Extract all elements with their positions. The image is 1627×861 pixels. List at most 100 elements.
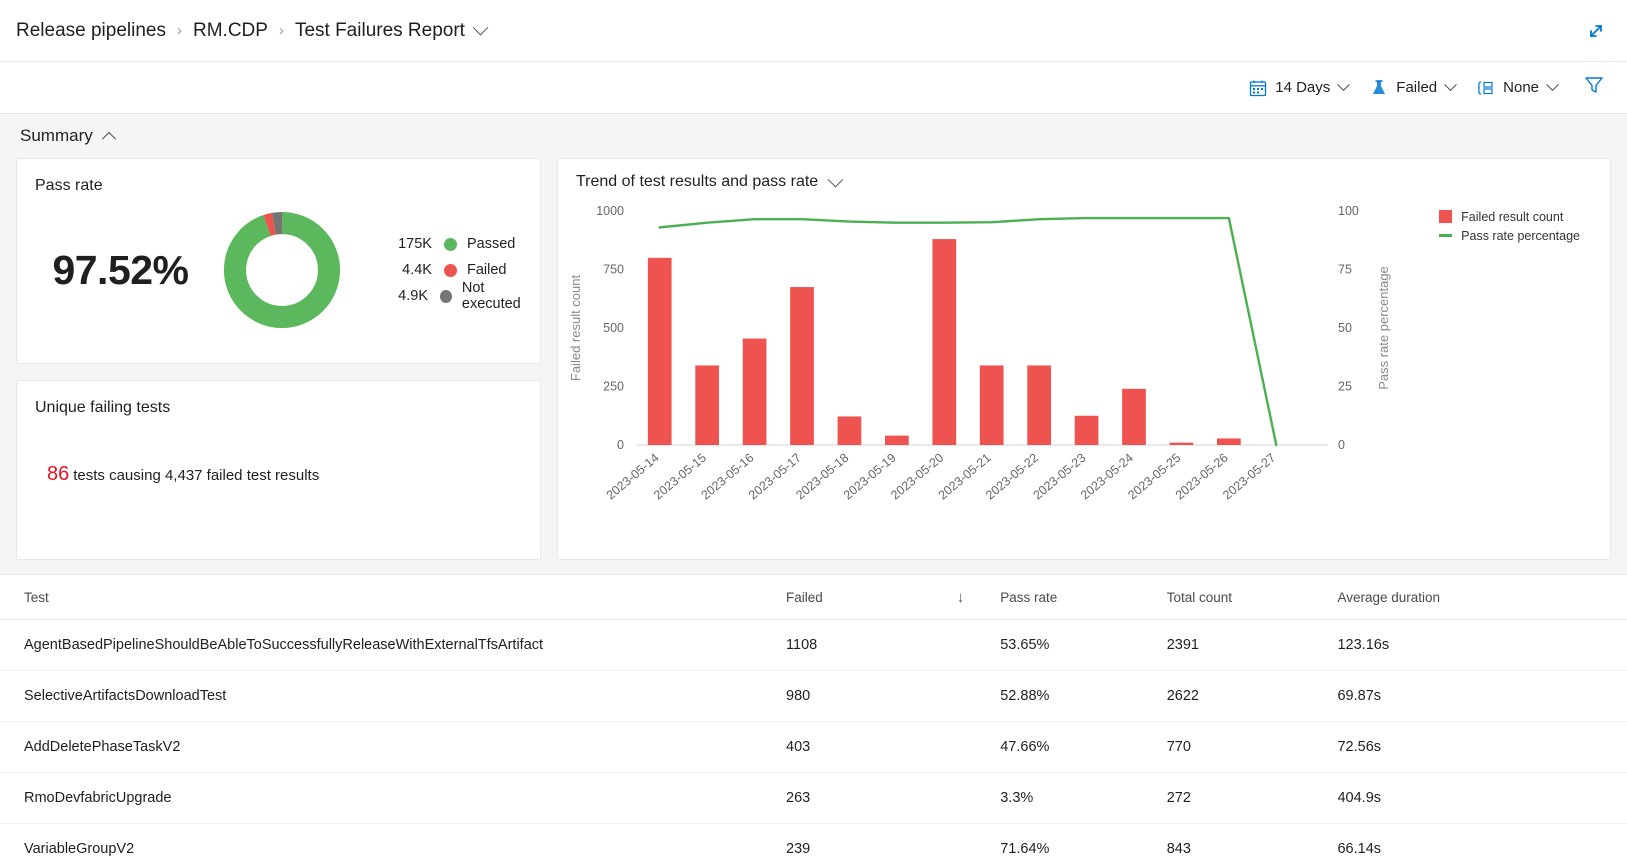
table-row[interactable]: AgentBasedPipelineShouldBeAbleToSuccessf… bbox=[0, 620, 1627, 671]
chevron-up-icon[interactable] bbox=[102, 132, 116, 146]
date-range-filter[interactable]: 14 Days bbox=[1249, 79, 1348, 97]
pass-rate-card: Pass rate 97.52% 175K Passed bbox=[16, 158, 541, 364]
cell-total-count: 843 bbox=[1167, 824, 1338, 861]
group-by-filter[interactable]: None bbox=[1477, 79, 1557, 97]
chart-bar[interactable] bbox=[743, 339, 767, 445]
y-axis-title: Failed result count bbox=[568, 275, 583, 382]
chart-bar[interactable] bbox=[790, 287, 814, 445]
cell-failed: 980 bbox=[786, 671, 957, 722]
breadcrumb-separator-icon: › bbox=[279, 23, 284, 38]
expand-diagonal-icon[interactable] bbox=[1583, 18, 1609, 44]
cell-test: SelectiveArtifactsDownloadTest bbox=[0, 671, 786, 722]
table-body: AgentBasedPipelineShouldBeAbleToSuccessf… bbox=[0, 620, 1627, 861]
chevron-down-icon bbox=[1444, 78, 1457, 91]
legend-value-not-executed: 4.9K bbox=[386, 288, 428, 304]
unique-failing-tests-title: Unique failing tests bbox=[17, 381, 540, 417]
chart-bar[interactable] bbox=[1170, 443, 1194, 445]
y2-axis-tick-label: 25 bbox=[1338, 380, 1352, 394]
chart-bar[interactable] bbox=[1122, 389, 1146, 445]
outcome-filter[interactable]: Failed bbox=[1370, 79, 1455, 97]
chart-bar[interactable] bbox=[1217, 438, 1241, 445]
pass-rate-title: Pass rate bbox=[17, 159, 540, 195]
trend-chart-header[interactable]: Trend of test results and pass rate bbox=[576, 173, 841, 191]
cell-average-duration: 69.87s bbox=[1337, 671, 1627, 722]
column-header-pass-rate[interactable]: Pass rate bbox=[1000, 575, 1166, 620]
breadcrumb-item-release-pipelines[interactable]: Release pipelines bbox=[16, 20, 166, 42]
unique-failing-tests-summary: 86tests causing 4,437 failed test result… bbox=[17, 417, 540, 486]
filter-toolbar: 14 Days Failed None bbox=[0, 62, 1627, 114]
summary-label: Summary bbox=[20, 126, 93, 146]
y2-axis-tick-label: 75 bbox=[1338, 263, 1352, 277]
chart-bar[interactable] bbox=[932, 239, 956, 445]
y2-axis-title: Pass rate percentage bbox=[1376, 266, 1391, 390]
column-header-total-count[interactable]: Total count bbox=[1167, 575, 1338, 620]
table-header: Test Failed ↓ Pass rate Total count Aver… bbox=[0, 575, 1627, 620]
chart-bar[interactable] bbox=[1027, 365, 1051, 445]
y-axis-tick-label: 500 bbox=[603, 321, 624, 335]
legend-item-not-executed: 4.9K Not executed bbox=[386, 283, 540, 309]
cell-pass-rate: 53.65% bbox=[1000, 620, 1166, 671]
chart-bar[interactable] bbox=[838, 416, 862, 445]
cell-failed: 239 bbox=[786, 824, 957, 861]
column-header-average-duration[interactable]: Average duration bbox=[1337, 575, 1627, 620]
y2-axis-tick-label: 50 bbox=[1338, 321, 1352, 335]
legend-dot-not-executed bbox=[440, 290, 452, 303]
cell-spacer bbox=[957, 773, 1000, 824]
chart-bar[interactable] bbox=[980, 365, 1004, 445]
table-row[interactable]: AddDeletePhaseTaskV240347.66%77072.56s bbox=[0, 722, 1627, 773]
chart-bar[interactable] bbox=[885, 436, 909, 445]
trend-chart-legend: Failed result count Pass rate percentage bbox=[1439, 207, 1580, 245]
chart-bar[interactable] bbox=[1075, 416, 1099, 445]
legend-label-passed: Passed bbox=[467, 236, 515, 252]
breadcrumb-item-rm-cdp[interactable]: RM.CDP bbox=[193, 20, 268, 42]
column-header-failed[interactable]: Failed bbox=[786, 575, 957, 620]
outcome-filter-label: Failed bbox=[1396, 79, 1437, 96]
cell-failed: 263 bbox=[786, 773, 957, 824]
chart-bar[interactable] bbox=[648, 258, 672, 445]
legend-value-failed: 4.4K bbox=[386, 262, 432, 278]
cell-total-count: 770 bbox=[1167, 722, 1338, 773]
trend-chart-card: Trend of test results and pass rate 0250… bbox=[557, 158, 1611, 560]
cell-pass-rate: 52.88% bbox=[1000, 671, 1166, 722]
date-range-filter-label: 14 Days bbox=[1275, 79, 1330, 96]
legend-item-failed-result-count: Failed result count bbox=[1439, 207, 1580, 226]
legend-label-not-executed: Not executed bbox=[462, 280, 540, 312]
table-row[interactable]: RmoDevfabricUpgrade2633.3%272404.9s bbox=[0, 773, 1627, 824]
chevron-down-icon[interactable] bbox=[473, 20, 489, 36]
cell-test: RmoDevfabricUpgrade bbox=[0, 773, 786, 824]
chart-bar[interactable] bbox=[695, 365, 719, 445]
chevron-down-icon[interactable] bbox=[828, 171, 844, 187]
group-by-icon bbox=[1477, 79, 1495, 97]
y-axis-tick-label: 750 bbox=[603, 263, 624, 277]
cell-failed: 1108 bbox=[786, 620, 957, 671]
legend-label-pass-rate-percentage: Pass rate percentage bbox=[1461, 229, 1580, 243]
cell-total-count: 272 bbox=[1167, 773, 1338, 824]
filter-funnel-icon bbox=[1583, 74, 1605, 101]
cell-average-duration: 72.56s bbox=[1337, 722, 1627, 773]
cell-spacer bbox=[957, 620, 1000, 671]
cell-failed: 403 bbox=[786, 722, 957, 773]
filter-funnel-button[interactable] bbox=[1583, 74, 1605, 101]
breadcrumb-bar: Release pipelines › RM.CDP › Test Failur… bbox=[0, 0, 1627, 62]
y-axis-tick-label: 1000 bbox=[596, 204, 624, 218]
table-row[interactable]: VariableGroupV223971.64%84366.14s bbox=[0, 824, 1627, 861]
breadcrumb-item-test-failures-report[interactable]: Test Failures Report bbox=[295, 20, 465, 42]
cell-pass-rate: 47.66% bbox=[1000, 722, 1166, 773]
left-card-column: Pass rate 97.52% 175K Passed bbox=[16, 158, 541, 560]
cell-pass-rate: 71.64% bbox=[1000, 824, 1166, 861]
failing-tests-table-container: Test Failed ↓ Pass rate Total count Aver… bbox=[0, 574, 1627, 861]
cell-test: AgentBasedPipelineShouldBeAbleToSuccessf… bbox=[0, 620, 786, 671]
cell-average-duration: 123.16s bbox=[1337, 620, 1627, 671]
beaker-icon bbox=[1370, 79, 1388, 97]
legend-dot-passed bbox=[444, 238, 457, 251]
legend-value-passed: 175K bbox=[386, 236, 432, 252]
unique-failing-tests-count: 86 bbox=[47, 463, 69, 485]
legend-dot-failed bbox=[444, 264, 457, 277]
sort-direction-icon[interactable]: ↓ bbox=[957, 575, 1000, 620]
summary-section-header[interactable]: Summary bbox=[0, 114, 1627, 158]
table-row[interactable]: SelectiveArtifactsDownloadTest98052.88%2… bbox=[0, 671, 1627, 722]
unique-failing-tests-card: Unique failing tests 86tests causing 4,4… bbox=[16, 380, 541, 560]
column-header-test[interactable]: Test bbox=[0, 575, 786, 620]
chevron-down-icon bbox=[1337, 78, 1350, 91]
y-axis-tick-label: 0 bbox=[617, 438, 624, 452]
